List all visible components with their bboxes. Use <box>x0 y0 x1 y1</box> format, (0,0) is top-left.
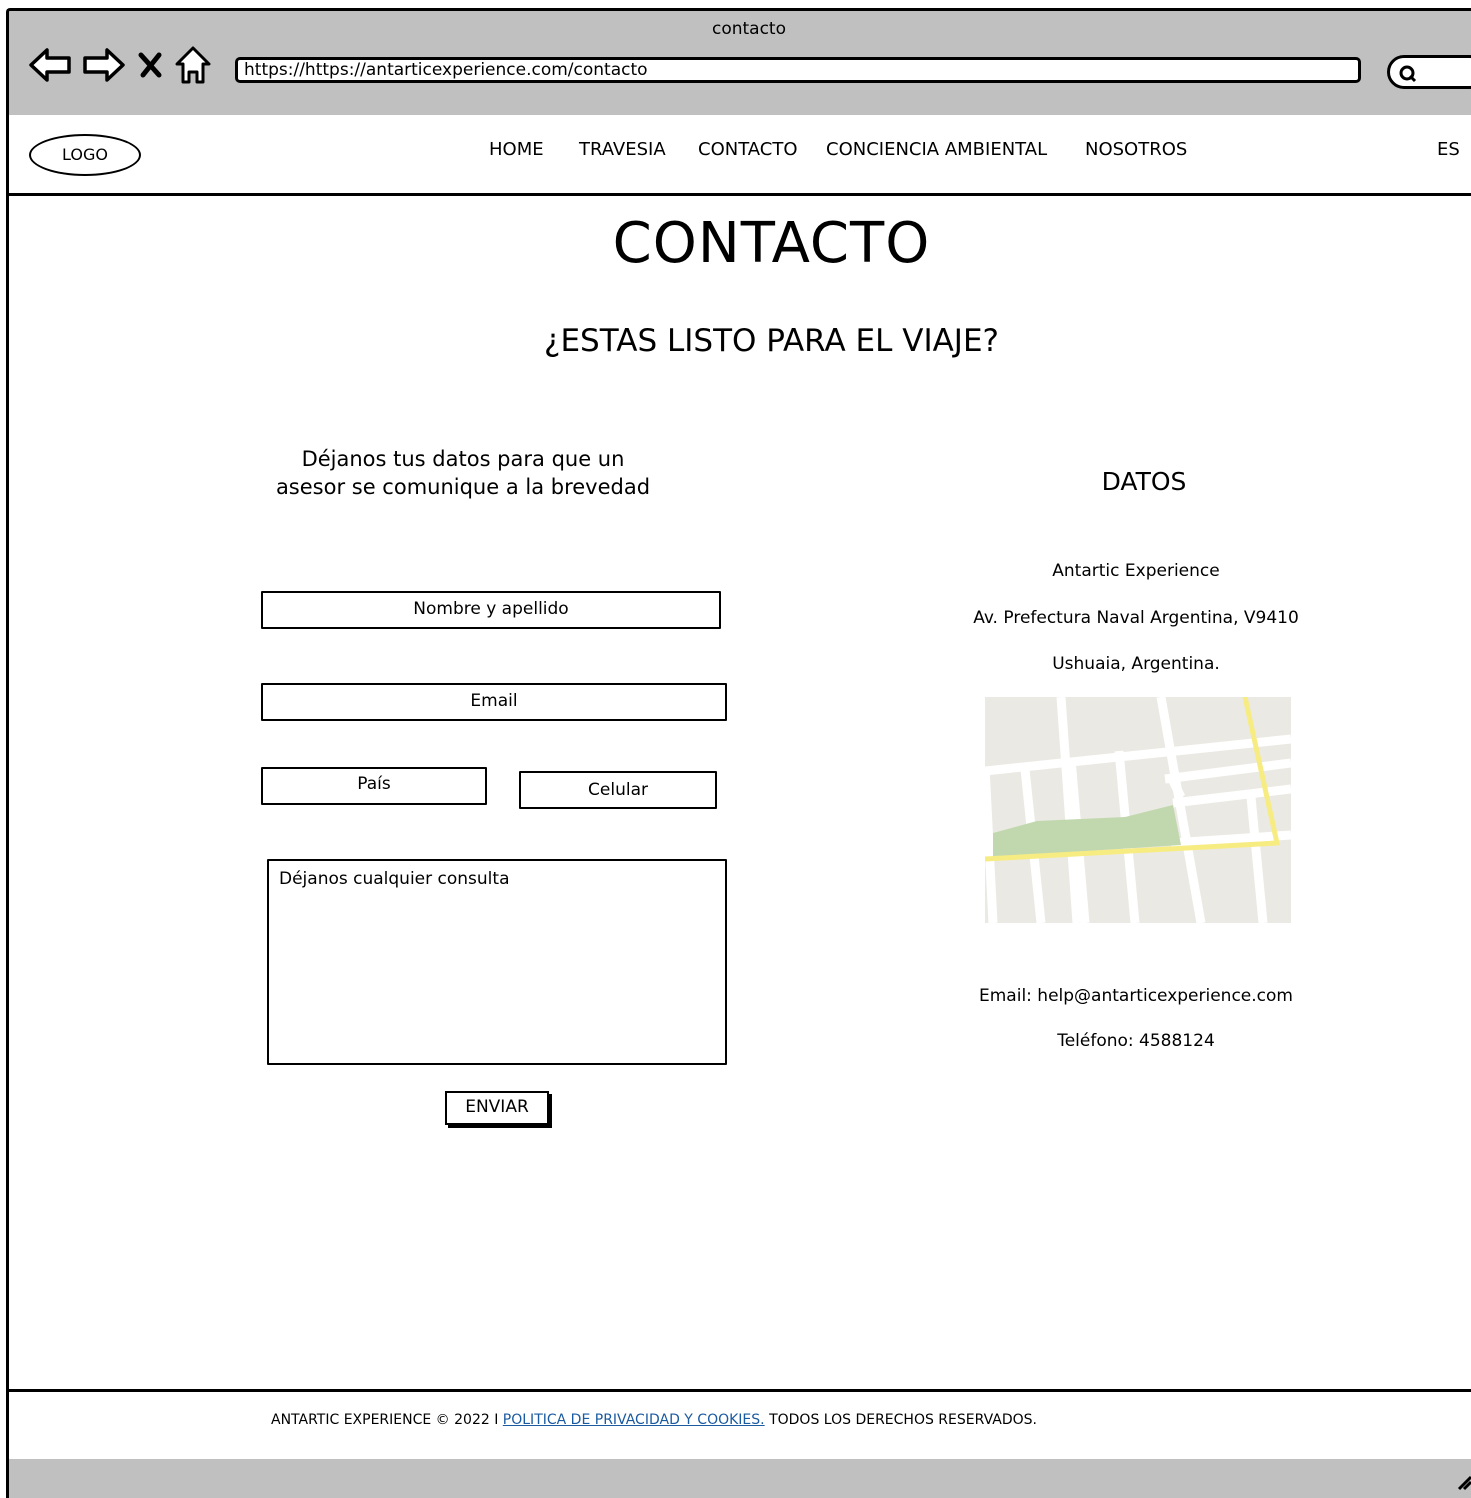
name-field[interactable]: Nombre y apellido <box>261 591 721 629</box>
message-textarea-placeholder: Déjanos cualquier consulta <box>279 869 510 889</box>
phone-field-placeholder: Celular <box>588 780 648 800</box>
language-selector[interactable]: ES <box>1437 139 1460 160</box>
footer-text: ANTARTIC EXPERIENCE © 2022 I POLITICA DE… <box>271 1412 1037 1428</box>
datos-title: DATOS <box>1101 467 1187 496</box>
nav-item-home[interactable]: HOME <box>489 139 544 160</box>
phone-field[interactable]: Celular <box>519 771 717 809</box>
country-field[interactable]: País <box>261 767 487 805</box>
site-header: LOGO HOME TRAVESIA CONTACTO CONCIENCIA A… <box>9 115 1471 196</box>
forward-icon[interactable] <box>81 45 127 85</box>
footer-rights: TODOS LOS DERECHOS RESERVADOS. <box>764 1412 1037 1428</box>
page-subtitle: ¿ESTAS LISTO PARA EL VIAJE? <box>544 323 999 359</box>
window-title: contacto <box>711 19 787 39</box>
company-name: Antartic Experience <box>1052 561 1220 581</box>
email-field[interactable]: Email <box>261 683 727 721</box>
back-icon[interactable] <box>27 45 73 85</box>
resize-icon[interactable] <box>1457 1471 1471 1491</box>
address-line-1: Av. Prefectura Naval Argentina, V9410 <box>973 608 1299 628</box>
form-intro-line-1: Déjanos tus datos para que un <box>301 447 625 471</box>
browser-window: contacto https://https://antarticexperie… <box>6 8 1471 1498</box>
privacy-policy-link[interactable]: POLITICA DE PRIVACIDAD Y COOKIES. <box>503 1412 765 1428</box>
close-icon[interactable] <box>135 47 165 83</box>
form-intro-line-2: asesor se comunique a la brevedad <box>275 475 651 499</box>
search-icon <box>1399 65 1417 83</box>
site-footer: ANTARTIC EXPERIENCE © 2022 I POLITICA DE… <box>9 1389 1471 1462</box>
browser-status-bar <box>9 1459 1471 1498</box>
browser-chrome: contacto https://https://antarticexperie… <box>9 11 1471 118</box>
home-icon[interactable] <box>173 44 213 86</box>
name-field-placeholder: Nombre y apellido <box>413 599 569 619</box>
contact-phone: Teléfono: 4588124 <box>1057 1031 1215 1051</box>
contact-email: Email: help@antarticexperience.com <box>979 986 1293 1006</box>
logo[interactable]: LOGO <box>29 134 141 176</box>
nav-item-nosotros[interactable]: NOSOTROS <box>1085 139 1187 160</box>
footer-copyright: ANTARTIC EXPERIENCE © 2022 I <box>271 1412 503 1428</box>
location-map[interactable] <box>980 696 1292 924</box>
url-bar[interactable]: https://https://antarticexperience.com/c… <box>235 57 1361 83</box>
address-line-2: Ushuaia, Argentina. <box>1052 654 1220 674</box>
browser-search[interactable] <box>1387 55 1471 89</box>
form-intro: Déjanos tus datos para que un asesor se … <box>249 445 677 501</box>
nav-item-conciencia-ambiental[interactable]: CONCIENCIA AMBIENTAL <box>826 139 1047 160</box>
country-field-placeholder: País <box>357 774 391 794</box>
email-field-placeholder: Email <box>470 691 518 711</box>
nav-item-contacto[interactable]: CONTACTO <box>698 139 798 160</box>
submit-button[interactable]: ENVIAR <box>445 1091 549 1125</box>
page-title: CONTACTO <box>612 211 931 276</box>
map-image <box>980 696 1292 924</box>
message-textarea[interactable]: Déjanos cualquier consulta <box>267 859 727 1065</box>
browser-nav <box>27 43 213 87</box>
nav-item-travesia[interactable]: TRAVESIA <box>579 139 666 160</box>
